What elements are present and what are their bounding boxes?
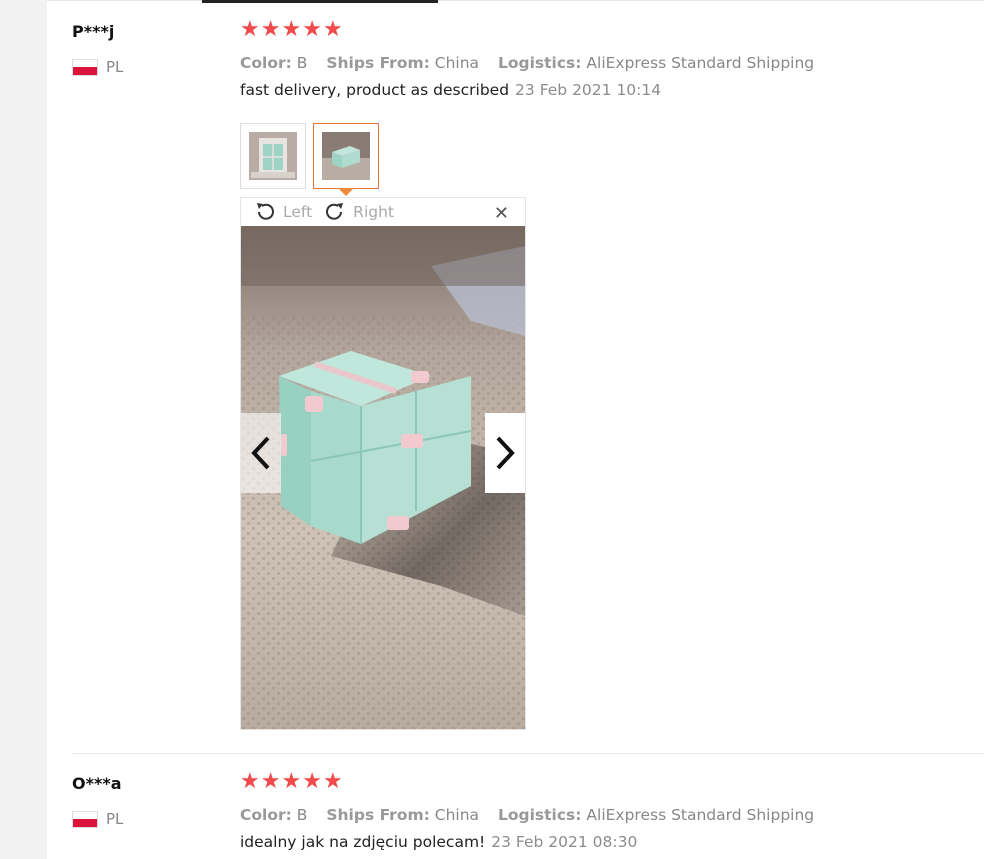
chevron-right-icon xyxy=(496,436,515,470)
review-thumbnails xyxy=(240,123,386,196)
star-icon: ★ xyxy=(281,769,302,794)
review-date: 23 Feb 2021 08:30 xyxy=(491,833,638,851)
star-icon: ★ xyxy=(322,17,343,42)
star-icon: ★ xyxy=(322,769,343,794)
star-icon: ★ xyxy=(302,769,322,794)
rotate-right-button[interactable]: Right xyxy=(324,201,394,223)
rotate-left-button[interactable]: Left xyxy=(254,201,312,223)
star-icon: ★ xyxy=(260,769,281,794)
reviewer-country: PL xyxy=(72,810,123,828)
review-body: idealny jak na zdjęciu polecam! 23 Feb 20… xyxy=(240,833,984,851)
rotate-left-label: Left xyxy=(283,203,313,221)
review-text: idealny jak na zdjęciu polecam! xyxy=(240,833,486,851)
review-divider xyxy=(72,753,984,754)
star-rating: ★ ★ ★ ★ ★ xyxy=(240,18,984,42)
ships-from-value: China xyxy=(434,806,480,824)
ships-from-value: China xyxy=(434,54,480,72)
rotate-right-icon xyxy=(326,203,344,220)
country-code: PL xyxy=(106,58,124,76)
color-label: Color: xyxy=(240,54,292,72)
viewer-toolbar: Left Right ✕ xyxy=(241,198,525,226)
close-icon[interactable]: ✕ xyxy=(494,203,509,224)
star-icon: ★ xyxy=(240,769,260,794)
review-content: ★ ★ ★ ★ ★ Color: B Ships From: China Log… xyxy=(240,770,984,852)
review-body: fast delivery, product as described 23 Fe… xyxy=(240,81,984,99)
review-photo-image xyxy=(241,226,525,729)
rotate-right-label: Right xyxy=(353,203,394,221)
color-label: Color: xyxy=(240,806,292,824)
reviewer-name: O***a xyxy=(72,774,122,793)
star-icon: ★ xyxy=(302,17,322,42)
rotate-left-icon xyxy=(257,203,274,220)
review-meta: Color: B Ships From: China Logistics: Al… xyxy=(240,806,984,824)
star-icon: ★ xyxy=(281,17,302,42)
flag-pl-icon xyxy=(72,810,98,828)
thumbnail-image xyxy=(249,132,297,180)
flag-pl-icon xyxy=(72,58,98,76)
left-gutter xyxy=(0,0,47,859)
review-thumbnail-active[interactable] xyxy=(313,123,379,196)
logistics-value: AliExpress Standard Shipping xyxy=(586,806,815,824)
color-value: B xyxy=(296,54,308,72)
next-image-button[interactable] xyxy=(485,413,525,493)
reviewer-name: P***j xyxy=(72,22,115,41)
image-viewer: Left Right ✕ xyxy=(240,197,526,730)
review-text: fast delivery, product as described xyxy=(240,81,510,99)
reviewer-country: PL xyxy=(72,58,123,76)
logistics-label: Logistics: xyxy=(497,54,582,72)
previous-image-button[interactable] xyxy=(241,413,281,493)
review-meta: Color: B Ships From: China Logistics: Al… xyxy=(240,54,984,72)
color-value: B xyxy=(296,806,308,824)
active-thumbnail-pointer xyxy=(338,188,354,196)
review-thumbnail[interactable] xyxy=(240,123,306,189)
ships-from-label: Ships From: xyxy=(326,54,430,72)
active-tab-indicator xyxy=(202,0,438,3)
chevron-left-icon xyxy=(251,436,270,470)
review-photo[interactable] xyxy=(241,226,525,729)
logistics-value: AliExpress Standard Shipping xyxy=(586,54,815,72)
review-date: 23 Feb 2021 10:14 xyxy=(515,81,662,99)
top-divider xyxy=(47,0,984,1)
review-content: ★ ★ ★ ★ ★ Color: B Ships From: China Log… xyxy=(240,18,984,730)
country-code: PL xyxy=(106,810,124,828)
ships-from-label: Ships From: xyxy=(326,806,430,824)
thumbnail-image xyxy=(322,132,370,180)
logistics-label: Logistics: xyxy=(497,806,582,824)
star-rating: ★ ★ ★ ★ ★ xyxy=(240,770,984,794)
star-icon: ★ xyxy=(240,17,260,42)
star-icon: ★ xyxy=(260,17,281,42)
